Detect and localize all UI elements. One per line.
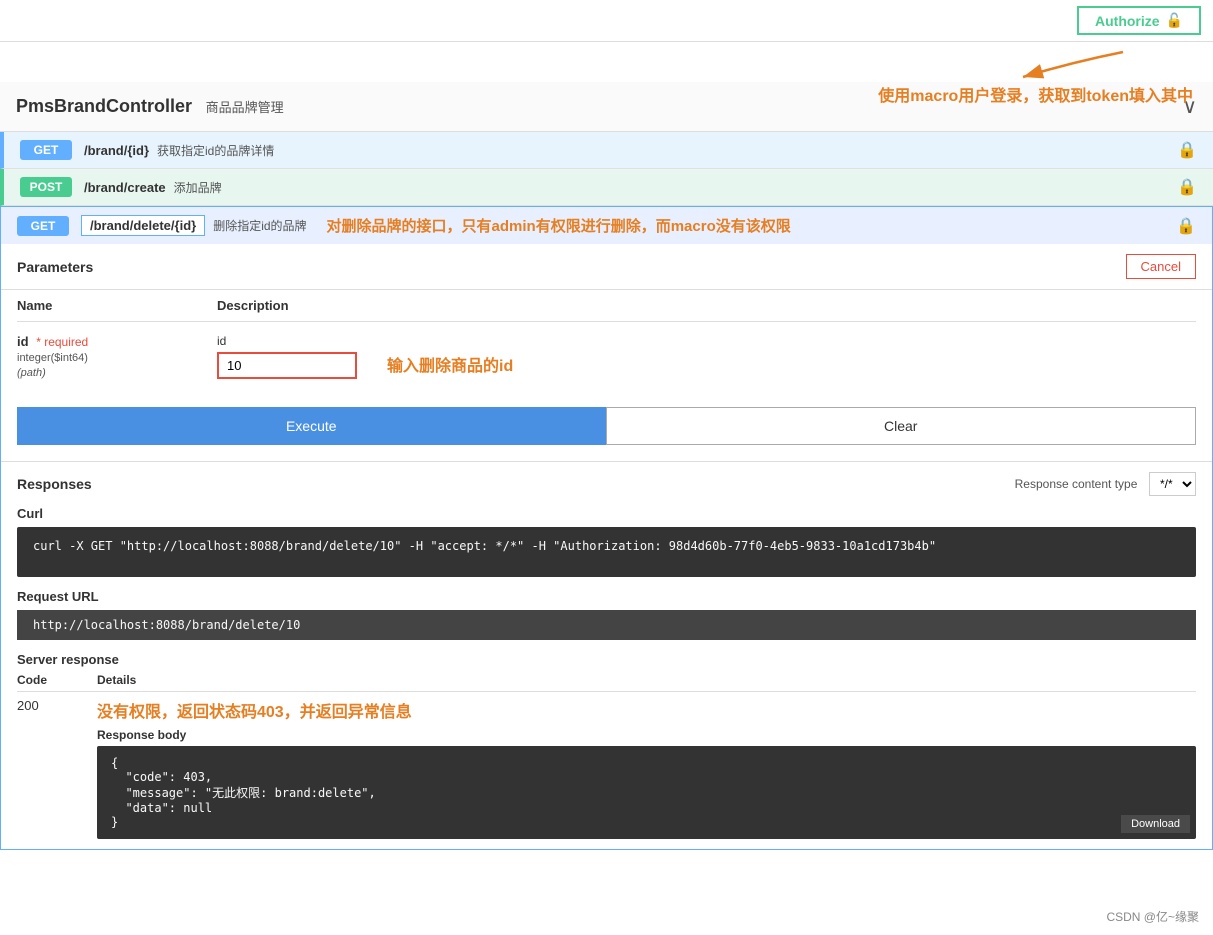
response-row-200: 200 没有权限，返回状态码403，并返回异常信息 Response body … [17, 698, 1196, 839]
param-name: id [17, 334, 29, 349]
top-annotation-text: 使用macro用户登录，获取到token填入其中 [878, 88, 1193, 105]
panel-title: Parameters [17, 259, 93, 275]
param-location: (path) [17, 367, 46, 379]
param-row-id: id * required integer($int64) (path) id … [17, 322, 1196, 391]
content-type-label: Response content type [1015, 477, 1138, 491]
details-col-header: Details [97, 673, 1196, 687]
clear-button[interactable]: Clear [606, 407, 1197, 445]
api-row-post-brand-create[interactable]: POST /brand/create 添加品牌 🔒 [0, 169, 1213, 206]
curl-title: Curl [17, 506, 1196, 521]
method-badge-get: GET [20, 140, 72, 160]
download-button[interactable]: Download [1121, 815, 1190, 833]
controller-title: PmsBrandController [16, 96, 192, 116]
server-response-title: Server response [17, 652, 1196, 667]
curl-value: curl -X GET "http://localhost:8088/brand… [33, 539, 936, 553]
api-row-get-brand-delete[interactable]: GET /brand/delete/{id} 删除指定id的品牌 对删除品牌的接… [0, 206, 1213, 244]
api-row-get-brand-id[interactable]: GET /brand/{id} 获取指定id的品牌详情 🔒 [0, 132, 1213, 169]
response-details: 没有权限，返回状态码403，并返回异常信息 Response body { "c… [97, 698, 1196, 839]
lock-icon: 🔓 [1166, 12, 1183, 29]
input-annotation: 输入删除商品的id [387, 352, 513, 376]
method-badge-get-delete: GET [17, 216, 69, 236]
lock-icon-2: 🔒 [1177, 177, 1197, 197]
col-name-header: Name [17, 298, 217, 313]
delete-annotation: 对删除品牌的接口，只有admin有权限进行删除，而macro没有该权限 [327, 215, 791, 236]
request-url-section: Request URL http://localhost:8088/brand/… [17, 589, 1196, 640]
curl-block: curl -X GET "http://localhost:8088/brand… [17, 527, 1196, 577]
lock-icon-1: 🔒 [1177, 140, 1197, 160]
page-wrapper: Authorize 🔓 使用macro用户登录，获取到token填入其中 Pms… [0, 0, 1213, 935]
param-name-cell: id * required integer($int64) (path) [17, 334, 217, 379]
top-annotation: 使用macro用户登录，获取到token填入其中 [878, 42, 1193, 106]
content-type-select[interactable]: */* [1149, 472, 1196, 496]
controller-subtitle: 商品品牌管理 [206, 100, 284, 115]
method-badge-post: POST [20, 177, 72, 197]
param-input-group: id [217, 334, 357, 379]
api-desc-2: 添加品牌 [174, 179, 222, 196]
param-type: integer($int64) [17, 352, 88, 364]
curl-section: Curl curl -X GET "http://localhost:8088/… [17, 506, 1196, 577]
param-id-input[interactable] [217, 352, 357, 379]
authorize-button[interactable]: Authorize 🔓 [1077, 6, 1201, 35]
response-table-header: Code Details [17, 673, 1196, 692]
request-url-value: http://localhost:8088/brand/delete/10 [33, 618, 300, 632]
execute-button[interactable]: Execute [17, 407, 606, 445]
request-url-title: Request URL [17, 589, 1196, 604]
responses-section: Responses Response content type */* Curl… [1, 461, 1212, 849]
expanded-panel: Parameters Cancel Name Description id * … [0, 244, 1213, 850]
code-col-header: Code [17, 673, 97, 687]
lock-icon-3: 🔒 [1176, 216, 1196, 236]
api-path-3: /brand/delete/{id} [81, 215, 205, 236]
content-type-group: Response content type */* [1015, 472, 1196, 496]
col-desc-header: Description [217, 298, 1196, 313]
response-body-title: Response body [97, 728, 1196, 742]
responses-header: Responses Response content type */* [17, 472, 1196, 496]
response-body-block: { "code": 403, "message": "无此权限: brand:d… [97, 746, 1196, 839]
api-path-2: /brand/create [84, 180, 166, 195]
param-desc-cell: id 输入删除商品的id [217, 334, 1196, 379]
action-buttons: Execute Clear [17, 407, 1196, 445]
param-input-label: id [217, 334, 357, 348]
request-url-block: http://localhost:8088/brand/delete/10 [17, 610, 1196, 640]
api-path-1: /brand/{id} [84, 143, 149, 158]
authorize-label: Authorize [1095, 13, 1160, 29]
response-code: 200 [17, 698, 97, 713]
parameters-table: Name Description id * required integer($… [1, 290, 1212, 391]
response-body-value: { "code": 403, "message": "无此权限: brand:d… [111, 756, 1182, 829]
controller-title-group: PmsBrandController 商品品牌管理 [16, 96, 284, 117]
param-required: * required [36, 335, 88, 349]
responses-title: Responses [17, 476, 92, 492]
params-table-header: Name Description [17, 290, 1196, 322]
api-desc-1: 获取指定id的品牌详情 [157, 142, 274, 159]
panel-header: Parameters Cancel [1, 244, 1212, 290]
watermark: CSDN @亿~缘聚 [1100, 906, 1205, 927]
api-desc-3: 删除指定id的品牌 [213, 217, 306, 234]
response-body-annotation: 没有权限，返回状态码403，并返回异常信息 [97, 704, 412, 721]
cancel-button[interactable]: Cancel [1126, 254, 1196, 279]
top-bar: Authorize 🔓 [0, 0, 1213, 42]
